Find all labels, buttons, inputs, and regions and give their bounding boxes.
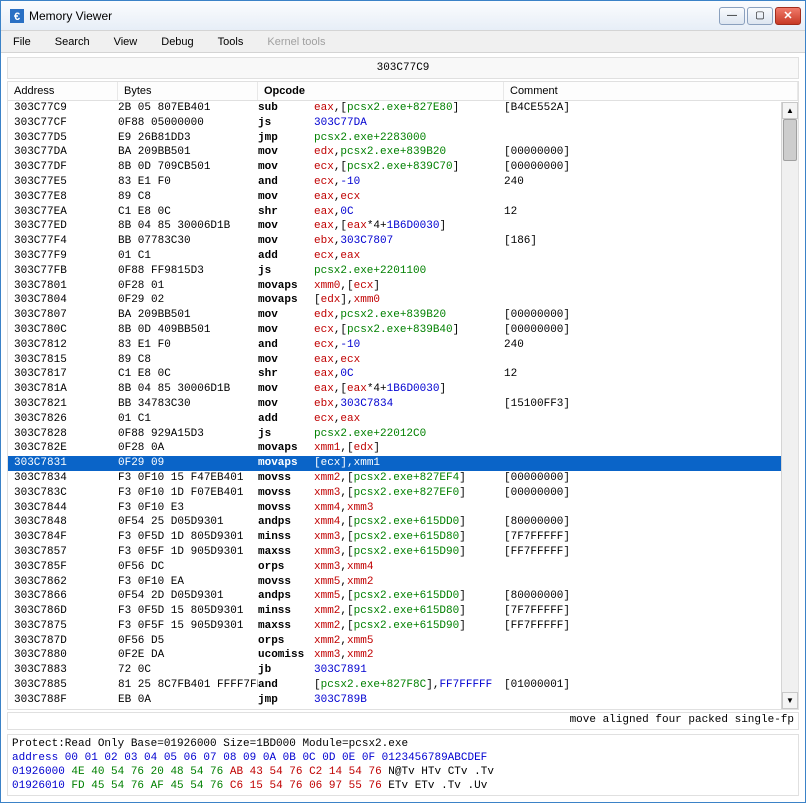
disasm-row[interactable]: 303C7807BA 209BB501movedx,pcsx2.exe+839B… bbox=[8, 308, 798, 323]
menu-debug[interactable]: Debug bbox=[155, 34, 199, 50]
disasm-row[interactable]: 303C78280F88 929A15D3jspcsx2.exe+22012C0 bbox=[8, 427, 798, 442]
disasm-row[interactable]: 303C77ED8B 04 85 30006D1Bmoveax,[eax*4+1… bbox=[8, 219, 798, 234]
address-value: 303C77C9 bbox=[8, 62, 798, 74]
disasm-row[interactable]: 303C77EAC1 E8 0Cshreax,0C12 bbox=[8, 205, 798, 220]
hex-info: Protect:Read Only Base=01926000 Size=1BD… bbox=[12, 737, 794, 751]
disasm-row[interactable]: 303C789181 0D 8C7FB401 00008000or[pcsx2.… bbox=[8, 708, 798, 709]
window-title: Memory Viewer bbox=[29, 9, 719, 23]
address-bar[interactable]: 303C77C9 bbox=[7, 57, 799, 79]
disasm-row[interactable]: 303C787D0F56 D5orpsxmm2,xmm5 bbox=[8, 634, 798, 649]
disasm-row[interactable]: 303C7834F3 0F10 15 F47EB401movssxmm2,[pc… bbox=[8, 471, 798, 486]
disasm-row[interactable]: 303C785F0F56 DCorpsxmm3,xmm4 bbox=[8, 560, 798, 575]
disasm-row[interactable]: 303C78310F29 09movaps[ecx],xmm1 bbox=[8, 456, 798, 471]
disasm-row[interactable]: 303C77DABA 209BB501movedx,pcsx2.exe+839B… bbox=[8, 145, 798, 160]
hex-view[interactable]: Protect:Read Only Base=01926000 Size=1BD… bbox=[7, 734, 799, 796]
maximize-button[interactable]: ▢ bbox=[747, 7, 773, 25]
disasm-row[interactable]: 303C77CF0F88 05000000js303C77DA bbox=[8, 116, 798, 131]
disasm-row[interactable]: 303C77DF8B 0D 709CB501movecx,[pcsx2.exe+… bbox=[8, 160, 798, 175]
disasm-row[interactable]: 303C788372 0Cjb303C7891 bbox=[8, 663, 798, 678]
memory-viewer-window: € Memory Viewer — ▢ ✕ File Search View D… bbox=[0, 0, 806, 803]
menu-kernel-tools[interactable]: Kernel tools bbox=[261, 34, 331, 50]
scroll-thumb[interactable] bbox=[783, 119, 797, 161]
disasm-row[interactable]: 303C78660F54 2D D05D9301andpsxmm5,[pcsx2… bbox=[8, 589, 798, 604]
menubar: File Search View Debug Tools Kernel tool… bbox=[1, 31, 805, 53]
disasm-row[interactable]: 303C7821BB 34783C30movebx,303C7834[15100… bbox=[8, 397, 798, 412]
hex-row: 01926010 FD 45 54 76 AF 45 54 76 C6 15 5… bbox=[12, 779, 794, 793]
minimize-button[interactable]: — bbox=[719, 7, 745, 25]
titlebar[interactable]: € Memory Viewer — ▢ ✕ bbox=[1, 1, 805, 31]
disassembly-list: Address Bytes Opcode Comment 303C77C92B … bbox=[7, 81, 799, 710]
col-address[interactable]: Address bbox=[8, 82, 118, 100]
scrollbar[interactable]: ▲ ▼ bbox=[781, 102, 798, 709]
hex-header: address 00 01 02 03 04 05 06 07 08 09 0A… bbox=[12, 751, 794, 765]
disasm-row[interactable]: 303C77F4BB 07783C30movebx,303C7807[186] bbox=[8, 234, 798, 249]
disasm-row[interactable]: 303C7862F3 0F10 EAmovssxmm5,xmm2 bbox=[8, 575, 798, 590]
disasm-row[interactable]: 303C78040F29 02movaps[edx],xmm0 bbox=[8, 293, 798, 308]
disasm-row[interactable]: 303C780C8B 0D 409BB501movecx,[pcsx2.exe+… bbox=[8, 323, 798, 338]
list-header: Address Bytes Opcode Comment bbox=[8, 82, 798, 101]
col-opcode[interactable]: Opcode bbox=[258, 82, 504, 100]
disasm-row[interactable]: 303C784FF3 0F5D 1D 805D9301minssxmm3,[pc… bbox=[8, 530, 798, 545]
disasm-row[interactable]: 303C78480F54 25 D05D9301andpsxmm4,[pcsx2… bbox=[8, 515, 798, 530]
scroll-up-button[interactable]: ▲ bbox=[782, 102, 798, 119]
menu-file[interactable]: File bbox=[7, 34, 37, 50]
status-bar: move aligned four packed single-fp bbox=[7, 712, 799, 730]
disasm-row[interactable]: 303C78010F28 01movapsxmm0,[ecx] bbox=[8, 279, 798, 294]
menu-view[interactable]: View bbox=[108, 34, 144, 50]
menu-search[interactable]: Search bbox=[49, 34, 96, 50]
disasm-row[interactable]: 303C786DF3 0F5D 15 805D9301minssxmm2,[pc… bbox=[8, 604, 798, 619]
disasm-row[interactable]: 303C7875F3 0F5F 15 905D9301maxssxmm2,[pc… bbox=[8, 619, 798, 634]
disasm-row[interactable]: 303C78800F2E DAucomissxmm3,xmm2 bbox=[8, 648, 798, 663]
disasm-row[interactable]: 303C7844F3 0F10 E3movssxmm4,xmm3 bbox=[8, 501, 798, 516]
disasm-row[interactable]: 303C7817C1 E8 0Cshreax,0C12 bbox=[8, 367, 798, 382]
disasm-row[interactable]: 303C781589 C8moveax,ecx bbox=[8, 353, 798, 368]
svg-text:€: € bbox=[14, 11, 20, 23]
disasm-row[interactable]: 303C788581 25 8C7FB401 FFFF7FFFand[pcsx2… bbox=[8, 678, 798, 693]
disasm-row[interactable]: 303C77C92B 05 807EB401subeax,[pcsx2.exe+… bbox=[8, 101, 798, 116]
close-button[interactable]: ✕ bbox=[775, 7, 801, 25]
rows-container[interactable]: 303C77C92B 05 807EB401subeax,[pcsx2.exe+… bbox=[8, 101, 798, 709]
menu-tools[interactable]: Tools bbox=[212, 34, 250, 50]
disasm-row[interactable]: 303C782601 C1addecx,eax bbox=[8, 412, 798, 427]
hex-row: 01926000 4E 40 54 76 20 48 54 76 AB 43 5… bbox=[12, 765, 794, 779]
disasm-row[interactable]: 303C77D5E9 26B81DD3jmppcsx2.exe+2283000 bbox=[8, 131, 798, 146]
disasm-row[interactable]: 303C783CF3 0F10 1D F07EB401movssxmm3,[pc… bbox=[8, 486, 798, 501]
app-icon: € bbox=[9, 8, 25, 24]
disasm-row[interactable]: 303C7857F3 0F5F 1D 905D9301maxssxmm3,[pc… bbox=[8, 545, 798, 560]
disasm-row[interactable]: 303C781A8B 04 85 30006D1Bmoveax,[eax*4+1… bbox=[8, 382, 798, 397]
disasm-row[interactable]: 303C77F901 C1addecx,eax bbox=[8, 249, 798, 264]
disasm-row[interactable]: 303C781283 E1 F0andecx,-10240 bbox=[8, 338, 798, 353]
col-bytes[interactable]: Bytes bbox=[118, 82, 258, 100]
disasm-row[interactable]: 303C788FEB 0Ajmp303C789B bbox=[8, 693, 798, 708]
col-comment[interactable]: Comment bbox=[504, 82, 798, 100]
disasm-row[interactable]: 303C782E0F28 0Amovapsxmm1,[edx] bbox=[8, 441, 798, 456]
disasm-row[interactable]: 303C77FB0F88 FF9815D3jspcsx2.exe+2201100 bbox=[8, 264, 798, 279]
disasm-row[interactable]: 303C77E583 E1 F0andecx,-10240 bbox=[8, 175, 798, 190]
disasm-row[interactable]: 303C77E889 C8moveax,ecx bbox=[8, 190, 798, 205]
scroll-down-button[interactable]: ▼ bbox=[782, 692, 798, 709]
